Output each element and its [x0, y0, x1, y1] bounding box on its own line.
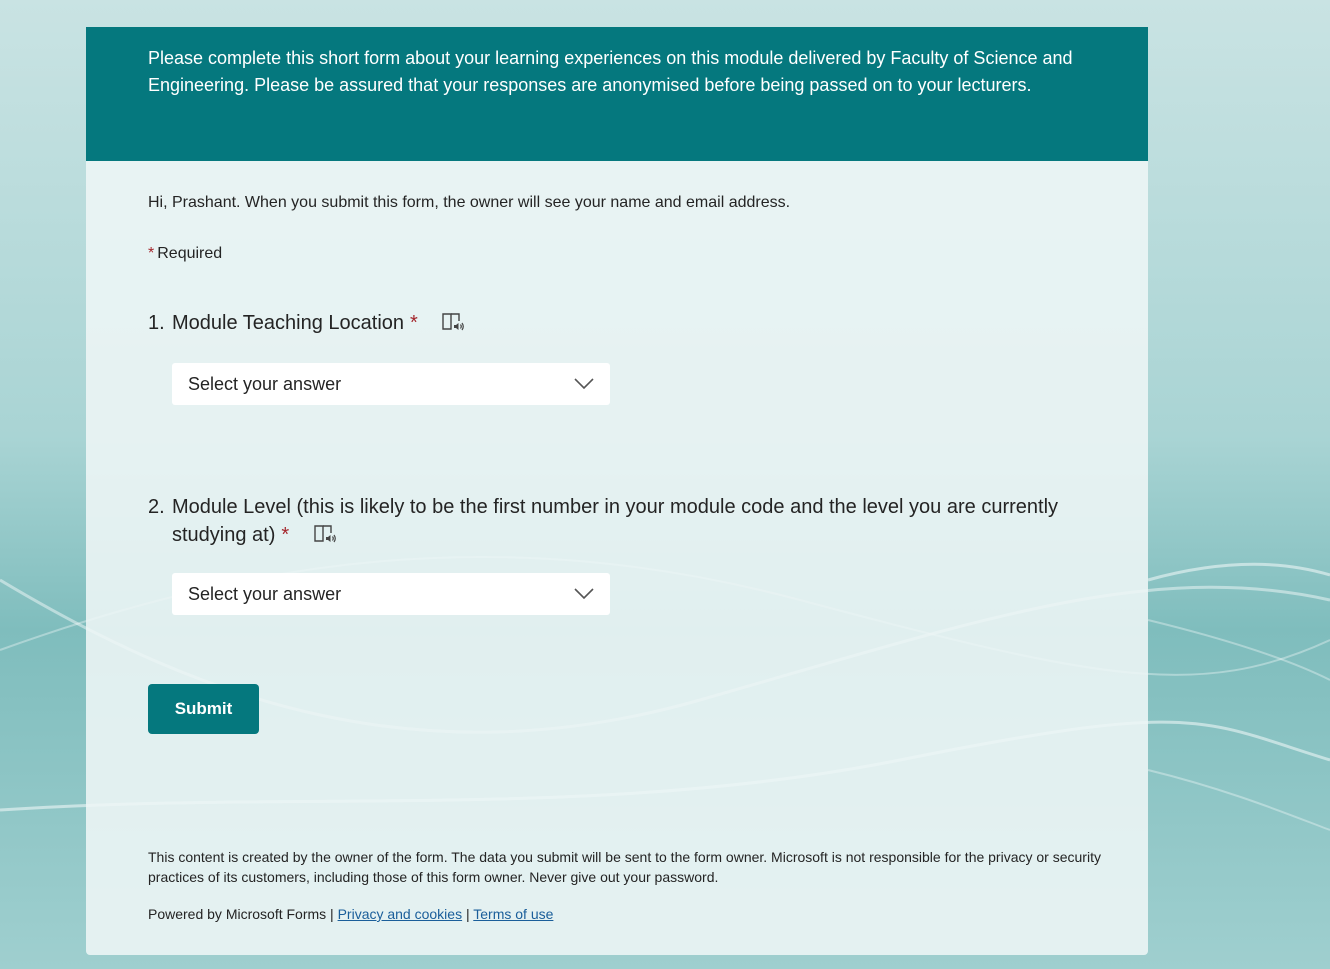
required-label: Required — [157, 245, 223, 262]
form-description: Please complete this short form about yo… — [148, 48, 1073, 95]
immersive-reader-icon[interactable] — [441, 311, 465, 333]
question-1-text: Module Teaching Location — [172, 312, 405, 334]
question-1-number: 1. — [148, 312, 165, 334]
question-2-title: 2. Module Level (this is likely to be th… — [148, 493, 1086, 549]
chevron-down-icon — [574, 378, 594, 390]
question-1-placeholder: Select your answer — [188, 373, 342, 394]
question-2-dropdown[interactable]: Select your answer — [172, 573, 610, 615]
question-2-placeholder: Select your answer — [188, 583, 342, 604]
question-2: 2. Module Level (this is likely to be th… — [148, 493, 1086, 615]
form-card: Please complete this short form about yo… — [86, 27, 1148, 955]
question-1: 1. Module Teaching Location * Select you… — [148, 309, 1086, 405]
question-1-required-star: * — [410, 312, 418, 334]
question-2-number: 2. — [148, 496, 165, 518]
footer-separator: | — [465, 906, 470, 922]
footer-links: Powered by Microsoft Forms | Privacy and… — [148, 904, 1108, 924]
greeting-text: Hi, Prashant. When you submit this form,… — [148, 194, 791, 211]
powered-by-text: Powered by Microsoft Forms | — [148, 906, 334, 922]
question-2-text: Module Level (this is likely to be the f… — [172, 496, 1059, 546]
immersive-reader-icon[interactable] — [313, 523, 337, 545]
question-1-dropdown[interactable]: Select your answer — [172, 363, 610, 405]
question-2-required-star: * — [281, 524, 290, 546]
terms-of-use-link[interactable]: Terms of use — [473, 906, 553, 922]
form-body: Hi, Prashant. When you submit this form,… — [86, 192, 1148, 734]
submit-button[interactable]: Submit — [148, 684, 259, 734]
required-note: * Required — [148, 243, 1086, 265]
form-header: Please complete this short form about yo… — [86, 27, 1148, 161]
footer-disclaimer: This content is created by the owner of … — [148, 849, 1101, 885]
chevron-down-icon — [574, 588, 594, 600]
required-star: * — [148, 245, 155, 262]
question-1-title: 1. Module Teaching Location * — [148, 309, 1086, 337]
form-footer: This content is created by the owner of … — [148, 847, 1108, 924]
privacy-cookies-link[interactable]: Privacy and cookies — [338, 906, 463, 922]
